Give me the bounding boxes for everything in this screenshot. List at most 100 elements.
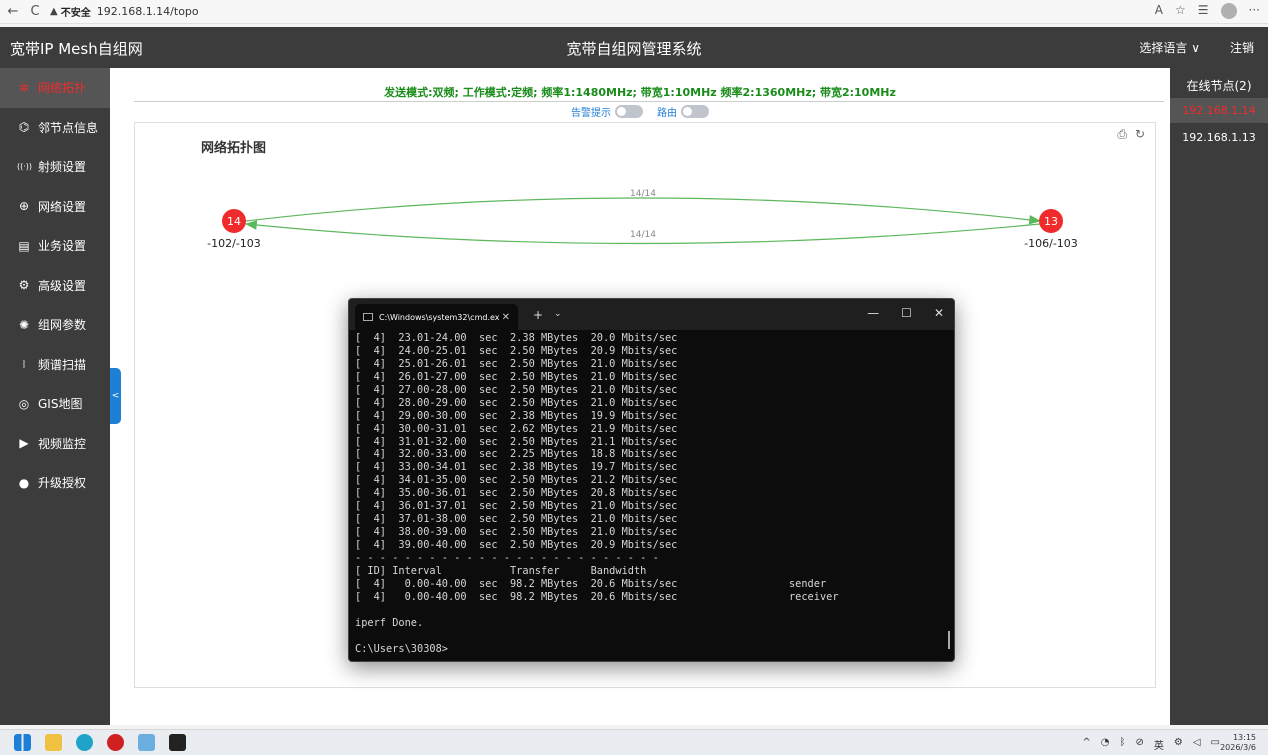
browser-actions: A ☆ ☰ ··· (1155, 3, 1260, 19)
start-icon[interactable] (14, 734, 31, 751)
app-header: 宽带IP Mesh自组网 宽带自组网管理系统 选择语言 ∨ 注销 (0, 27, 1268, 68)
address-bar[interactable]: ▲ 不安全 192.168.1.14/topo (50, 3, 199, 21)
online-node-item[interactable]: 192.168.1.14 (1170, 98, 1268, 123)
tab-close-icon[interactable]: ✕ (502, 312, 510, 323)
radio-params-text: 发送模式:双频; 工作模式:定频; 频率1:1480MHz; 带宽1:10MHz… (384, 86, 896, 99)
close-button[interactable]: ✕ (934, 306, 944, 320)
terminal-line: [ 4] 29.00-30.00 sec 2.38 MBytes 19.9 Mb… (355, 409, 678, 422)
terminal-icon (363, 313, 373, 321)
sidebar-item-label: 网络设置 (38, 199, 87, 214)
terminal-line: [ ID] Interval Transfer Bandwidth (355, 564, 647, 577)
bluetooth-icon[interactable]: ᛒ (1119, 737, 1125, 752)
ime-language[interactable]: 英 (1154, 737, 1164, 752)
cmd-output[interactable]: [ 4] 23.01-24.00 sec 2.38 MBytes 20.0 Mb… (349, 330, 954, 655)
back-button[interactable]: ← (4, 4, 22, 19)
file-explorer-icon[interactable] (45, 734, 62, 751)
maximize-button[interactable]: ☐ (901, 306, 912, 320)
favorites-list-icon[interactable]: ☰ (1198, 3, 1209, 19)
divider (134, 101, 1164, 102)
sidebar-item-label: 组网参数 (38, 318, 87, 333)
date: 2026/3/6 (1220, 743, 1256, 752)
terminal-line: [ 4] 25.01-26.01 sec 2.50 MBytes 21.0 Mb… (355, 357, 678, 370)
alarm-label: 告警提示 (571, 108, 611, 119)
sidebar-item-upgrade[interactable]: ● 升级授权 (0, 463, 110, 503)
minimize-button[interactable]: — (867, 306, 879, 320)
logout-button[interactable]: 注销 (1230, 39, 1254, 56)
time: 13:15 (1232, 733, 1256, 742)
scrollbar[interactable] (948, 631, 950, 649)
favorite-star-icon[interactable]: ☆ (1175, 3, 1186, 19)
sidebar-item-spectrum[interactable]: ⧘ 频谱扫描 (0, 345, 110, 385)
volume-icon[interactable]: ◁ (1193, 737, 1201, 752)
terminal-line: [ 4] 37.01-38.00 sec 2.50 MBytes 21.0 Mb… (355, 513, 678, 526)
link-line-14-13 (245, 197, 1042, 225)
sidebar-item-label: 高级设置 (38, 278, 87, 293)
route-switch[interactable] (681, 105, 709, 118)
business-icon: ▤ (18, 238, 30, 253)
terminal-taskbar-icon[interactable] (169, 734, 186, 751)
network-icon[interactable]: ◔ (1101, 737, 1110, 752)
link-label: 14/14 (630, 189, 656, 199)
sidebar-item-network-params[interactable]: ✺ 组网参数 (0, 305, 110, 345)
mute-icon[interactable]: ⊘ (1135, 737, 1143, 752)
sidebar: ✲ 网络拓扑 ⌬ 邻节点信息 ((·)) 射频设置 ⊕ 网络设置 ▤ 业务设置 ⚙ 高级设置… (0, 68, 110, 725)
online-node-item[interactable]: 192.168.1.13 (1170, 125, 1268, 150)
chevron-up-icon[interactable]: ^ (1082, 737, 1090, 752)
route-toggle-group: 路由 (657, 104, 709, 119)
settings-tray-icon[interactable]: ⚙ (1174, 737, 1183, 752)
upgrade-icon: ● (18, 475, 30, 490)
tab-dropdown-icon[interactable]: ⌄ (554, 309, 562, 319)
battery-icon[interactable]: ▭ (1211, 737, 1220, 752)
alarm-toggle-group: 告警提示 (571, 104, 643, 119)
terminal-line: [ 4] 31.01-32.00 sec 2.50 MBytes 21.1 Mb… (355, 435, 678, 448)
sidebar-item-video[interactable]: ▶ 视频监控 (0, 424, 110, 464)
sidebar-item-business[interactable]: ▤ 业务设置 (0, 226, 110, 266)
cmd-tab[interactable]: C:\Windows\system32\cmd.ex ✕ (355, 304, 518, 330)
warning-icon: ▲ (50, 6, 58, 17)
route-label: 路由 (657, 108, 677, 119)
sidebar-item-network[interactable]: ⊕ 网络设置 (0, 187, 110, 227)
radio-icon: ((·)) (17, 162, 33, 172)
terminal-line: - - - - - - - - - - - - - - - - - - - - … (355, 551, 659, 564)
app-title: 宽带自组网管理系统 (566, 40, 702, 58)
taskbar-apps (14, 734, 186, 751)
sidebar-item-label: 业务设置 (38, 239, 87, 254)
picture-app-icon[interactable] (138, 734, 155, 751)
online-nodes-title: 在线节点(2) (1186, 79, 1252, 93)
more-menu-icon[interactable]: ··· (1249, 3, 1260, 19)
sidebar-item-gis[interactable]: ◎ GIS地图 (0, 384, 110, 424)
cmd-tab-title: C:\Windows\system32\cmd.ex (379, 312, 500, 322)
cmd-titlebar[interactable]: C:\Windows\system32\cmd.ex ✕ + ⌄ — ☐ ✕ (349, 299, 954, 330)
sidebar-item-label: 射频设置 (38, 160, 87, 175)
language-select[interactable]: 选择语言 ∨ (1139, 39, 1200, 56)
terminal-line: [ 4] 34.01-35.00 sec 2.50 MBytes 21.2 Mb… (355, 474, 678, 487)
terminal-line: [ 4] 33.00-34.01 sec 2.38 MBytes 19.7 Mb… (355, 461, 678, 474)
sidebar-item-topology[interactable]: ✲ 网络拓扑 (0, 68, 110, 108)
alarm-switch[interactable] (615, 105, 643, 118)
sidebar-item-label: 网络拓扑 (38, 81, 87, 96)
sidebar-item-neighbor[interactable]: ⌬ 邻节点信息 (0, 108, 110, 148)
cmd-window[interactable]: C:\Windows\system32\cmd.ex ✕ + ⌄ — ☐ ✕ [… (348, 298, 955, 662)
profile-avatar[interactable] (1220, 3, 1237, 19)
toggle-bar: 告警提示 路由 (110, 104, 1170, 119)
network-params-icon: ✺ (18, 317, 30, 332)
edge-icon[interactable] (76, 734, 93, 751)
read-aloud-icon[interactable]: A (1155, 3, 1163, 19)
sidebar-item-label: 频谱扫描 (38, 357, 87, 372)
link-label: 14/14 (630, 230, 656, 240)
terminal-line: [ 4] 28.00-29.00 sec 2.50 MBytes 21.0 Mb… (355, 396, 678, 409)
app-icon[interactable] (107, 734, 124, 751)
topology-graph: 14/14 14/14 14 -102/-103 13 -106/-103 (207, 189, 1078, 250)
sidebar-item-advanced[interactable]: ⚙ 高级设置 (0, 266, 110, 306)
sidebar-item-radio[interactable]: ((·)) 射频设置 (0, 147, 110, 187)
new-tab-button[interactable]: + (533, 308, 543, 322)
map-pin-icon: ◎ (18, 396, 30, 411)
reload-button[interactable]: C (26, 4, 44, 19)
terminal-line: [ 4] 24.00-25.01 sec 2.50 MBytes 20.9 Mb… (355, 344, 678, 357)
node-signal-label: -102/-103 (207, 237, 261, 250)
clock[interactable]: 13:15 2026/3/6 (1220, 733, 1256, 753)
url-text[interactable]: 192.168.1.14/topo (97, 5, 199, 18)
insecure-label: 不安全 (60, 8, 91, 19)
sidebar-collapse-toggle[interactable]: < (110, 368, 121, 424)
